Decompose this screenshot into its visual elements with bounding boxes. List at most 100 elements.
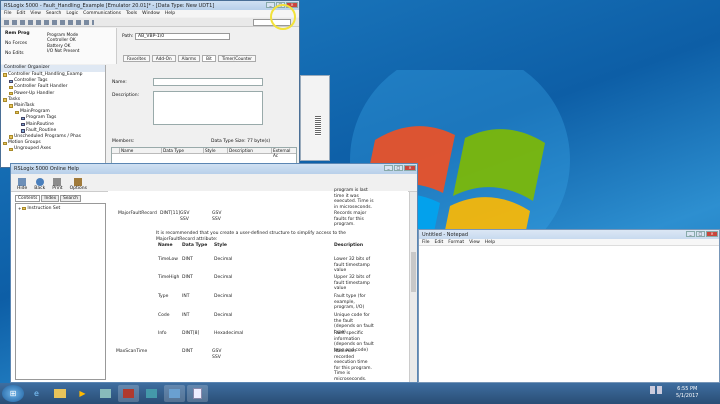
menu-communications[interactable]: Communications bbox=[83, 11, 121, 16]
taskbar-rslogix[interactable] bbox=[118, 385, 139, 402]
np-menu-help[interactable]: Help bbox=[485, 240, 495, 245]
notepad-minimize-button[interactable]: _ bbox=[686, 231, 695, 237]
clock-date: 5/1/2017 bbox=[676, 393, 699, 399]
path-field[interactable]: AB_VBP-1\0 bbox=[135, 33, 230, 40]
tab-favorites[interactable]: Favorites bbox=[123, 55, 150, 62]
tab-search[interactable]: Search bbox=[60, 195, 81, 202]
help-title: RSLogix 5000 Online Help bbox=[11, 164, 417, 174]
maxscan-desc: Maximum recorded execution time for this… bbox=[334, 349, 372, 382]
tab-contents[interactable]: Contents bbox=[15, 195, 41, 202]
taskbar-help[interactable] bbox=[164, 385, 185, 402]
np-menu-format[interactable]: Format bbox=[448, 240, 464, 245]
col-data-type[interactable]: Data Type bbox=[162, 148, 204, 153]
col-style[interactable]: Style bbox=[204, 148, 228, 153]
help-close-button[interactable]: × bbox=[404, 165, 416, 171]
hdr-data-type: Data Type bbox=[182, 243, 208, 248]
top-desc: program is last time it was executed. Ti… bbox=[334, 188, 374, 210]
row-description-line: Lower 32 bits of bbox=[334, 257, 371, 262]
major-fault-type: DINT[11] bbox=[160, 211, 181, 216]
help-print-button[interactable]: Print bbox=[52, 178, 63, 191]
np-menu-edit[interactable]: Edit bbox=[435, 240, 444, 245]
hdr-style: Style bbox=[214, 243, 227, 248]
row-name: TimeLow bbox=[158, 257, 178, 262]
np-menu-file[interactable]: File bbox=[422, 240, 430, 245]
tag-icon bbox=[21, 129, 25, 133]
menu-view[interactable]: View bbox=[30, 11, 41, 16]
organizer-tree: Controller Fault_Handling_Examp Controlle… bbox=[1, 72, 105, 153]
tab-timer-counter[interactable]: Timer/Counter bbox=[217, 55, 256, 62]
notepad-close-button[interactable]: × bbox=[706, 231, 718, 237]
tab-addon[interactable]: Add-On bbox=[151, 55, 176, 62]
tree-item-instruction-set[interactable]: + Instruction Set bbox=[16, 204, 105, 213]
menu-search[interactable]: Search bbox=[46, 11, 61, 16]
major-gsv-2: GSV bbox=[212, 211, 222, 216]
tree-item[interactable]: Ungrouped Axes bbox=[3, 146, 105, 152]
menu-logic[interactable]: Logic bbox=[66, 11, 78, 16]
book-icon bbox=[22, 206, 27, 211]
major-ssv-2: SSV bbox=[212, 216, 221, 222]
tree-item-label: Instruction Set bbox=[27, 206, 61, 211]
row-description-line: Upper 32 bits of bbox=[334, 275, 371, 280]
hdr-name: Name bbox=[158, 243, 173, 248]
help-minimize-button[interactable]: _ bbox=[384, 165, 393, 171]
menu-tools[interactable]: Tools bbox=[126, 11, 137, 16]
scroll-grip[interactable] bbox=[315, 116, 321, 136]
notepad-text-area[interactable] bbox=[419, 247, 719, 382]
menu-edit[interactable]: Edit bbox=[17, 11, 26, 16]
row-type: INT bbox=[182, 313, 190, 318]
notepad-maximize-button[interactable]: □ bbox=[696, 231, 705, 237]
help-back-button[interactable]: Back bbox=[34, 178, 45, 191]
row-description-line: Fault type (for bbox=[334, 294, 366, 299]
clock[interactable]: 6:55 PM 5/1/2017 bbox=[676, 386, 698, 400]
help-scrollbar[interactable] bbox=[409, 192, 417, 382]
menu-help[interactable]: Help bbox=[165, 11, 175, 16]
np-menu-view[interactable]: View bbox=[469, 240, 480, 245]
row-type: INT bbox=[182, 294, 190, 299]
folder-icon bbox=[9, 85, 13, 90]
options-icon bbox=[74, 178, 83, 186]
udt-description-field[interactable] bbox=[153, 91, 263, 125]
toolbar-icons[interactable] bbox=[4, 20, 94, 25]
tag-icon bbox=[9, 79, 13, 84]
row-style: Decimal bbox=[214, 313, 233, 318]
volume-icon[interactable] bbox=[657, 386, 662, 394]
udt-editor: Name: Description: Members: Data Type Si… bbox=[107, 65, 299, 167]
status-io: I/O Not Present bbox=[47, 49, 80, 55]
taskbar-notepad[interactable] bbox=[187, 385, 208, 402]
help-contents-pane: + Instruction Set bbox=[15, 203, 106, 380]
maxscan-desc-6: microseconds. bbox=[334, 376, 367, 382]
tray-icons[interactable] bbox=[650, 386, 662, 398]
tab-index[interactable]: Index bbox=[41, 195, 60, 202]
help-hide-button[interactable]: Hide bbox=[17, 178, 27, 191]
network-icon[interactable] bbox=[650, 386, 655, 394]
rslogix-window: RSLogix 5000 - Fault_Handling_Example [E… bbox=[0, 0, 300, 168]
taskbar-explorer[interactable] bbox=[49, 385, 70, 402]
menu-file[interactable]: File bbox=[4, 11, 12, 16]
scroll-thumb[interactable] bbox=[411, 252, 416, 292]
taskbar-media[interactable]: ▶ bbox=[72, 385, 93, 402]
top-desc-line-3: executed. Time is bbox=[334, 199, 374, 205]
instruction-tabs: Favorites Add-On Alarms Bit Timer/Counte… bbox=[123, 55, 256, 62]
col-name[interactable]: Name bbox=[120, 148, 162, 153]
udt-name-field[interactable] bbox=[153, 78, 263, 86]
mode-forces: No Forces bbox=[5, 41, 28, 46]
options-label: Options bbox=[69, 186, 87, 191]
taskbar-ie[interactable]: e bbox=[26, 385, 47, 402]
tab-bit[interactable]: Bit bbox=[202, 55, 216, 62]
taskbar-app2[interactable] bbox=[141, 385, 162, 402]
row-description-line: value bbox=[334, 268, 347, 274]
col-description[interactable]: Description bbox=[228, 148, 272, 153]
col-external-access[interactable]: External Ac bbox=[272, 148, 296, 158]
taskbar-app1[interactable] bbox=[95, 385, 116, 402]
maxscan-name: MaxScanTime bbox=[116, 349, 148, 354]
row-description: Fault type (for example, program, I/O) bbox=[334, 294, 366, 311]
start-button[interactable]: ⊞ bbox=[2, 385, 24, 402]
tab-alarms[interactable]: Alarms bbox=[177, 55, 201, 62]
help-options-button[interactable]: Options bbox=[70, 178, 87, 191]
major-fault-desc: Records major faults for this program. bbox=[334, 211, 366, 228]
rslogix-menubar: File Edit View Search Logic Communicatio… bbox=[1, 10, 299, 17]
menu-window[interactable]: Window bbox=[142, 11, 160, 16]
back-label: Back bbox=[34, 186, 46, 191]
help-maximize-button[interactable]: □ bbox=[394, 165, 403, 171]
row-type: DINT bbox=[182, 275, 193, 280]
